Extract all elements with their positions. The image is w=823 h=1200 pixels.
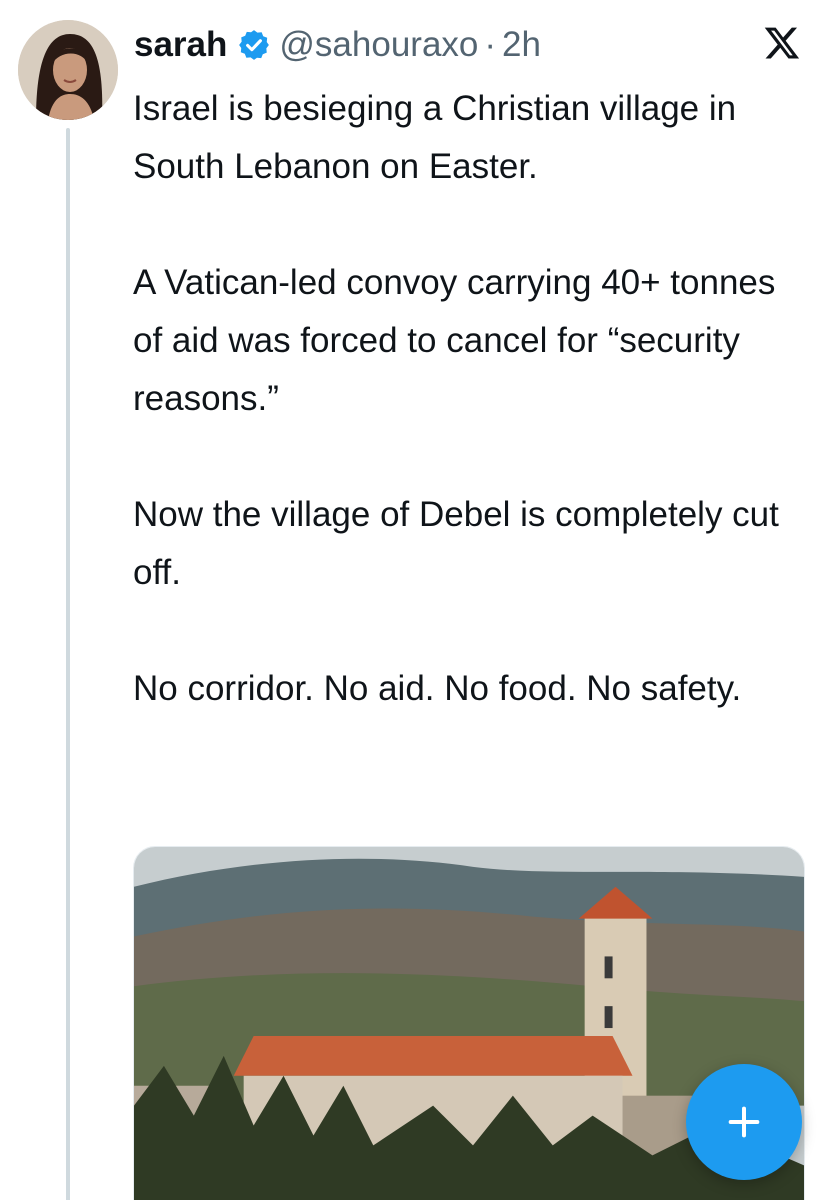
separator-dot: · bbox=[484, 25, 497, 64]
plus-icon bbox=[728, 1106, 760, 1138]
post-paragraph: Now the village of Debel is completely c… bbox=[133, 495, 779, 592]
post-header: sarah @sahouraxo · 2h bbox=[134, 22, 803, 68]
profile-photo-icon bbox=[18, 20, 118, 120]
post-view: sarah @sahouraxo · 2h Israel is besiegin… bbox=[0, 0, 823, 1200]
author-handle[interactable]: @sahouraxo bbox=[279, 22, 478, 68]
author-avatar[interactable] bbox=[18, 20, 118, 120]
post-paragraph: A Vatican-led convoy carrying 40+ tonnes… bbox=[133, 263, 776, 418]
post-text: Israel is besieging a Christian village … bbox=[133, 80, 793, 718]
author-name[interactable]: sarah bbox=[134, 22, 227, 68]
compose-plus-button[interactable] bbox=[686, 1064, 802, 1180]
post-timestamp[interactable]: 2h bbox=[502, 22, 541, 68]
verified-badge-icon bbox=[237, 28, 271, 62]
x-logo-icon bbox=[763, 24, 801, 62]
post-paragraph: Israel is besieging a Christian village … bbox=[133, 89, 737, 186]
post-paragraph: No corridor. No aid. No food. No safety. bbox=[133, 669, 742, 708]
thread-line bbox=[66, 128, 70, 1200]
